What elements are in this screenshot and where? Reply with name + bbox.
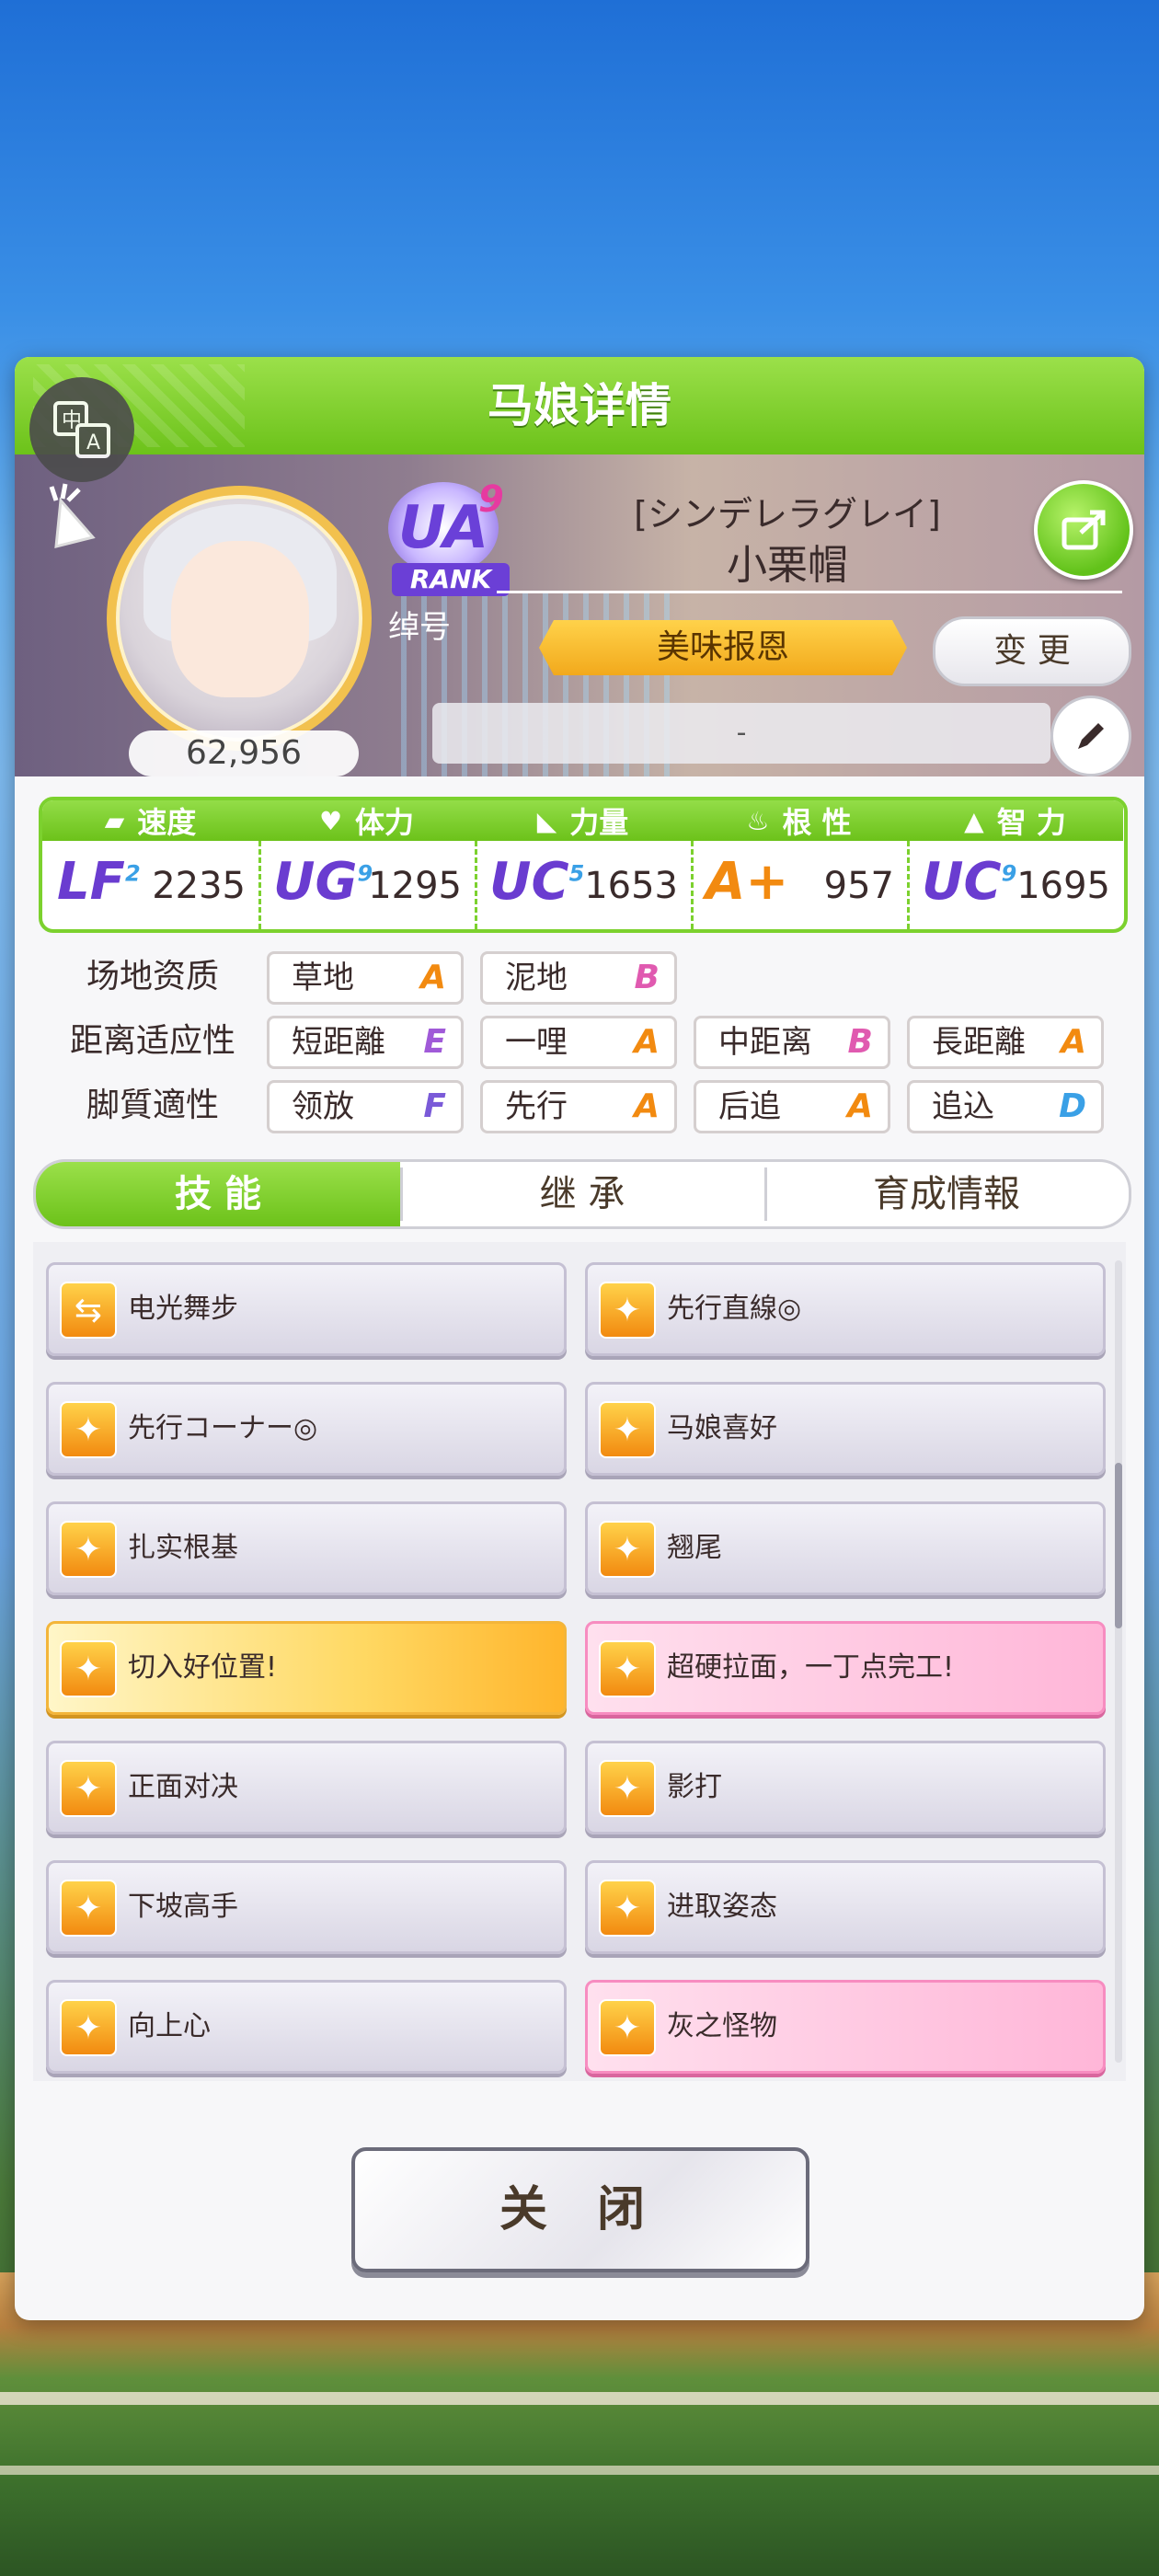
grad-cap-icon: ▲ bbox=[964, 805, 984, 836]
skill-icon: ✦ bbox=[599, 1999, 656, 2056]
stat-guts: ♨ 根 性 A+ 957 bbox=[691, 800, 907, 929]
skill-icon: ✦ bbox=[60, 1760, 117, 1817]
stat-power: ◣ 力量 UC5 1653 bbox=[475, 800, 691, 929]
stat-grade: UC5 bbox=[489, 852, 585, 912]
detail-tabs: 技 能 继 承 育成情報 bbox=[33, 1159, 1131, 1229]
skill-item[interactable]: ✦ 下坡高手 bbox=[46, 1860, 567, 1954]
stat-grade: LF2 bbox=[57, 852, 141, 912]
skill-icon: ✦ bbox=[599, 1521, 656, 1578]
skill-item[interactable]: ⇆ 电光舞步 bbox=[46, 1262, 567, 1356]
skill-icon: ✦ bbox=[599, 1282, 656, 1339]
skill-list: ⇆ 电光舞步 ✦ 先行直線◎ ✦ 先行コーナー◎ ✦ 马娘喜好 ✦ 扎实根基 ✦ 翘尾 ✦ 切… bbox=[33, 1242, 1126, 2081]
skill-item[interactable]: ✦ 先行コーナー◎ bbox=[46, 1382, 567, 1476]
apt-late: 后追 A bbox=[694, 1080, 890, 1133]
uma-detail-dialog: 马娘详情 62,956 UA 9 RANK 绰号 [シンデレラグレイ] 小栗帽 bbox=[15, 357, 1144, 2320]
rank-level: 9 bbox=[478, 478, 504, 521]
comment-field[interactable]: - bbox=[432, 703, 1050, 764]
skill-icon: ✦ bbox=[599, 1640, 656, 1697]
profile-hero: 62,956 UA 9 RANK 绰号 [シンデレラグレイ] 小栗帽 美味报恩 … bbox=[15, 454, 1144, 776]
title-ribbon: 美味报恩 bbox=[539, 620, 907, 675]
pencil-icon bbox=[1078, 723, 1104, 749]
skill-icon: ⇆ bbox=[60, 1282, 117, 1339]
stat-stamina: ♥ 体力 UG9 1295 bbox=[258, 800, 475, 929]
skill-item[interactable]: ✦ 先行直線◎ bbox=[585, 1262, 1106, 1356]
title-label: 绰号 bbox=[388, 609, 451, 646]
apt-label: 距离适应性 bbox=[69, 1022, 235, 1060]
tab-inherit[interactable]: 继 承 bbox=[400, 1162, 764, 1226]
heart-icon: ♥ bbox=[318, 805, 343, 836]
apt-end: 追込 D bbox=[907, 1080, 1104, 1133]
skill-item[interactable]: ✦ 扎实根基 bbox=[46, 1501, 567, 1595]
apt-mile: 一哩 A bbox=[480, 1016, 677, 1069]
close-button[interactable]: 关 闭 bbox=[351, 2147, 809, 2272]
svg-text:中: 中 bbox=[62, 409, 82, 432]
stat-grade: UC9 bbox=[922, 852, 1017, 912]
stat-value: 2235 bbox=[152, 865, 246, 907]
apt-front: 领放 F bbox=[267, 1080, 464, 1133]
skill-item[interactable]: ✦ 翘尾 bbox=[585, 1501, 1106, 1595]
apt-label: 脚質適性 bbox=[86, 1087, 219, 1124]
skill-scrollbar[interactable] bbox=[1115, 1260, 1122, 2063]
rank-badge: UA 9 RANK bbox=[388, 478, 517, 602]
skill-item[interactable]: ✦ 马娘喜好 bbox=[585, 1382, 1106, 1476]
dialog-title: 马娘详情 bbox=[488, 379, 671, 432]
stat-grade: A+ bbox=[706, 852, 789, 912]
evaluation-score: 62,956 bbox=[129, 730, 359, 776]
stat-wisdom: ▲ 智 力 UC9 1695 bbox=[907, 800, 1123, 929]
skill-icon: ✦ bbox=[60, 1880, 117, 1937]
apt-middle: 中距离 B bbox=[694, 1016, 890, 1069]
skill-item-gold[interactable]: ✦ 切入好位置! bbox=[46, 1621, 567, 1715]
stat-grade: UG9 bbox=[273, 852, 373, 912]
divider bbox=[497, 591, 1122, 593]
apt-turf: 草地 A bbox=[267, 951, 464, 1005]
svg-text:A: A bbox=[86, 431, 100, 454]
portrait-face bbox=[171, 541, 309, 697]
apt-pace: 先行 A bbox=[480, 1080, 677, 1133]
apt-label: 场地资质 bbox=[86, 958, 219, 995]
flame-icon: ♨ bbox=[746, 805, 770, 836]
background-rail bbox=[0, 2392, 1159, 2405]
muscle-icon: ◣ bbox=[536, 805, 557, 836]
translate-icon[interactable]: 中 A bbox=[29, 377, 134, 482]
shoe-icon: ▰ bbox=[104, 805, 125, 836]
character-portrait[interactable] bbox=[107, 486, 372, 751]
skill-icon: ✦ bbox=[60, 1401, 117, 1458]
tab-training-info[interactable]: 育成情報 bbox=[764, 1162, 1129, 1226]
apt-dirt: 泥地 B bbox=[480, 951, 677, 1005]
skill-item[interactable]: ✦ 向上心 bbox=[46, 1980, 567, 2074]
character-name: 小栗帽 bbox=[727, 542, 848, 589]
stat-value: 957 bbox=[823, 865, 894, 907]
skill-icon: ✦ bbox=[60, 1521, 117, 1578]
translate-glyph: 中 A bbox=[53, 401, 110, 458]
skill-item[interactable]: ✦ 正面对决 bbox=[46, 1741, 567, 1834]
apt-long: 長距離 A bbox=[907, 1016, 1104, 1069]
character-epithet: [シンデレラグレイ] bbox=[634, 494, 941, 535]
stat-value: 1295 bbox=[368, 865, 462, 907]
stat-value: 1653 bbox=[584, 865, 678, 907]
skill-icon: ✦ bbox=[60, 1999, 117, 2056]
skill-icon: ✦ bbox=[599, 1760, 656, 1817]
stat-speed: ▰ 速度 LF2 2235 bbox=[42, 800, 258, 929]
skill-item-unique[interactable]: ✦ 超硬拉面，一丁点完工! bbox=[585, 1621, 1106, 1715]
skill-icon: ✦ bbox=[599, 1880, 656, 1937]
skill-item[interactable]: ✦ 影打 bbox=[585, 1741, 1106, 1834]
skill-item-unique[interactable]: ✦ 灰之怪物 bbox=[585, 1980, 1106, 2074]
skill-icon: ✦ bbox=[599, 1401, 656, 1458]
edit-button[interactable] bbox=[1050, 696, 1131, 776]
background-rail bbox=[0, 2466, 1159, 2475]
share-button[interactable] bbox=[1034, 480, 1133, 580]
tab-skills[interactable]: 技 能 bbox=[36, 1162, 400, 1226]
scrollbar-thumb[interactable] bbox=[1115, 1463, 1122, 1628]
skill-item[interactable]: ✦ 进取姿态 bbox=[585, 1860, 1106, 1954]
share-icon bbox=[1061, 510, 1106, 550]
carrot-icon bbox=[42, 482, 107, 556]
change-title-button[interactable]: 变 更 bbox=[933, 616, 1131, 686]
apt-short: 短距離 E bbox=[267, 1016, 464, 1069]
rank-label: RANK bbox=[392, 563, 510, 596]
stats-panel: ▰ 速度 LF2 2235 ♥ 体力 UG9 1295 ◣ 力量 UC5 1653 ♨ 根 性… bbox=[39, 797, 1128, 933]
stat-value: 1695 bbox=[1016, 865, 1110, 907]
dialog-header: 马娘详情 bbox=[15, 357, 1144, 454]
skill-icon: ✦ bbox=[60, 1640, 117, 1697]
